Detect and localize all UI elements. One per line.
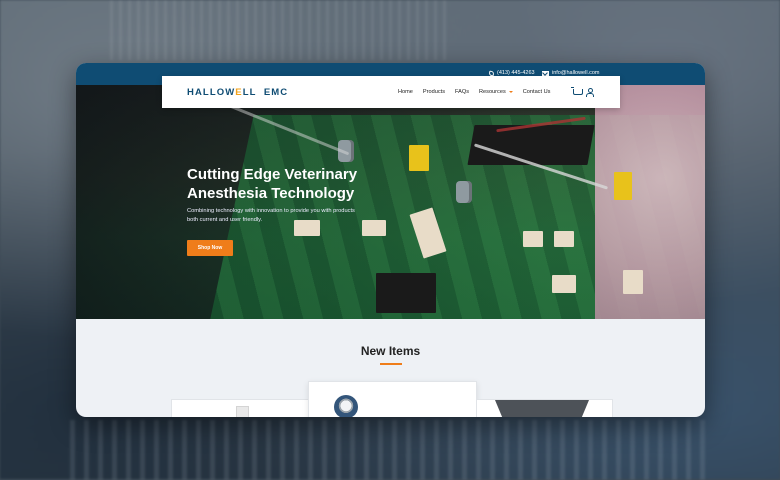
logo-accent-letter: E — [235, 87, 243, 98]
heatsink-component — [467, 125, 595, 165]
nav-resources-dropdown[interactable]: Resources — [479, 89, 513, 95]
product-image — [495, 400, 589, 417]
product-image — [236, 406, 249, 417]
product-card[interactable] — [476, 399, 613, 417]
ic-chip — [376, 273, 436, 313]
website-preview-card: (413) 445-4263 info@hallowell.com Cuttin… — [76, 63, 705, 417]
hallowell-emc-logo[interactable]: HALLOWELL EMC — [187, 87, 288, 98]
nav-contact-us[interactable]: Contact Us — [523, 89, 551, 95]
hero-subtitle-line1: Combining technology with innovation to … — [187, 208, 355, 214]
capacitor — [456, 181, 472, 203]
connector-component — [523, 231, 543, 247]
hero-banner: Cutting Edge Veterinary Anesthesia Techn… — [76, 85, 705, 319]
main-navbar: HALLOWELL EMC Home Products FAQs Resourc… — [162, 76, 620, 108]
background-grille-bottom — [70, 420, 710, 480]
hero-title-line2: Anesthesia Technology — [187, 185, 355, 202]
product-image-gauge — [334, 395, 358, 417]
new-items-heading: New Items — [360, 344, 421, 358]
connector-component — [554, 231, 574, 247]
yellow-component — [409, 145, 429, 171]
mail-icon — [542, 70, 549, 76]
nav-products[interactable]: Products — [423, 89, 445, 95]
connector-component — [623, 270, 643, 294]
yellow-component — [614, 172, 632, 200]
product-card[interactable] — [171, 399, 309, 417]
heading-underline — [380, 363, 402, 365]
connector-component — [552, 275, 576, 293]
logo-text-part1: HALLOW — [187, 87, 236, 98]
hero-title-line1: Cutting Edge Veterinary — [187, 166, 358, 183]
user-icon[interactable] — [586, 88, 594, 97]
shop-now-button[interactable]: Shop Now — [187, 240, 233, 256]
foam-padding-image — [595, 85, 705, 319]
nav-faqs[interactable]: FAQs — [455, 89, 469, 95]
background-grille-top — [110, 0, 450, 60]
hero-subtitle: Combining technology with innovation to … — [187, 207, 397, 225]
hero-subtitle-line2: both current and user friendly. — [187, 217, 263, 223]
hero-copy: Cutting Edge Veterinary Anesthesia Techn… — [187, 165, 397, 225]
logo-text-part2: LL EMC — [242, 87, 289, 98]
product-card[interactable] — [308, 381, 477, 417]
cart-icon[interactable] — [571, 87, 583, 95]
nav-menu: Home Products FAQs Resources Contact Us — [398, 89, 550, 95]
hero-title: Cutting Edge Veterinary Anesthesia Techn… — [187, 165, 397, 203]
nav-home[interactable]: Home — [398, 89, 413, 95]
